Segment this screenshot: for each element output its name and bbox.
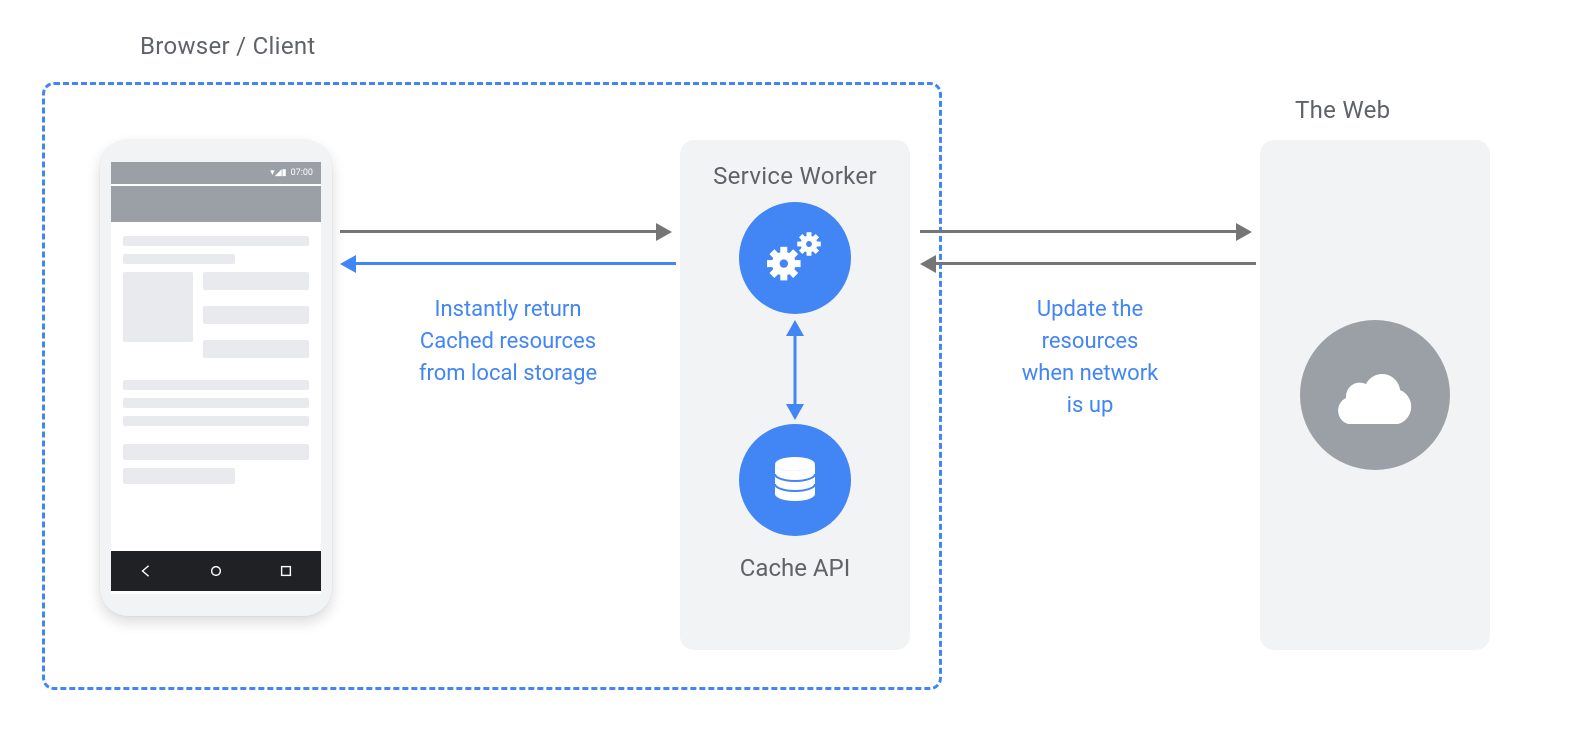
- gears-icon: [760, 223, 830, 293]
- placeholder-line: [123, 380, 309, 390]
- cloud-icon: [1325, 360, 1425, 430]
- database-icon: [765, 450, 825, 510]
- web-circle: [1300, 320, 1450, 470]
- web-to-sw-arrow: [936, 262, 1256, 265]
- arrowhead-down-icon: [786, 404, 804, 420]
- placeholder-line: [123, 236, 309, 246]
- service-worker-label: Service Worker: [680, 162, 910, 190]
- sw-to-phone-arrow: [356, 262, 676, 265]
- caption-line: Instantly return: [388, 294, 628, 326]
- placeholder-line: [123, 254, 235, 264]
- caption-line: is up: [990, 390, 1190, 422]
- phone-app-bar: [111, 186, 321, 222]
- caption-line: resources: [990, 326, 1190, 358]
- phone-content: [111, 222, 321, 506]
- placeholder-image: [123, 272, 193, 342]
- placeholder-line: [123, 468, 235, 484]
- back-icon: [139, 564, 153, 578]
- arrowhead-right-icon: [656, 223, 672, 241]
- phone-status-bar: ▾◢▮ 07:00: [111, 162, 321, 184]
- the-web-label: The Web: [1295, 96, 1390, 124]
- phone-to-sw-arrow: [340, 230, 660, 233]
- caption-line: from local storage: [388, 358, 628, 390]
- arrowhead-left-icon: [920, 255, 936, 273]
- phone-screen: ▾◢▮ 07:00: [111, 162, 321, 594]
- cache-api-label: Cache API: [680, 554, 910, 582]
- caption-line: when network: [990, 358, 1190, 390]
- placeholder-line: [203, 306, 309, 324]
- phone-time: 07:00: [291, 168, 313, 178]
- placeholder-line: [123, 416, 309, 426]
- caption-line: Cached resources: [388, 326, 628, 358]
- phone-mockup: ▾◢▮ 07:00: [100, 140, 332, 616]
- service-worker-panel: Service Worker: [680, 140, 910, 650]
- arrowhead-left-icon: [340, 255, 356, 273]
- arrowhead-right-icon: [1236, 223, 1252, 241]
- sw-to-cache-arrow: [794, 332, 797, 408]
- placeholder-line: [203, 340, 309, 358]
- web-panel: [1260, 140, 1490, 650]
- update-caption: Update the resources when network is up: [990, 294, 1190, 422]
- cache-api-circle: [739, 424, 851, 536]
- home-icon: [209, 564, 223, 578]
- caption-line: Update the: [990, 294, 1190, 326]
- browser-client-label: Browser / Client: [140, 32, 316, 60]
- recent-icon: [279, 564, 293, 578]
- cached-caption: Instantly return Cached resources from l…: [388, 294, 628, 390]
- sw-to-web-arrow: [920, 230, 1240, 233]
- arrowhead-up-icon: [786, 320, 804, 336]
- placeholder-line: [123, 398, 309, 408]
- placeholder-line: [123, 444, 309, 460]
- placeholder-line: [203, 272, 309, 290]
- service-worker-circle: [739, 202, 851, 314]
- phone-nav-bar: [111, 551, 321, 591]
